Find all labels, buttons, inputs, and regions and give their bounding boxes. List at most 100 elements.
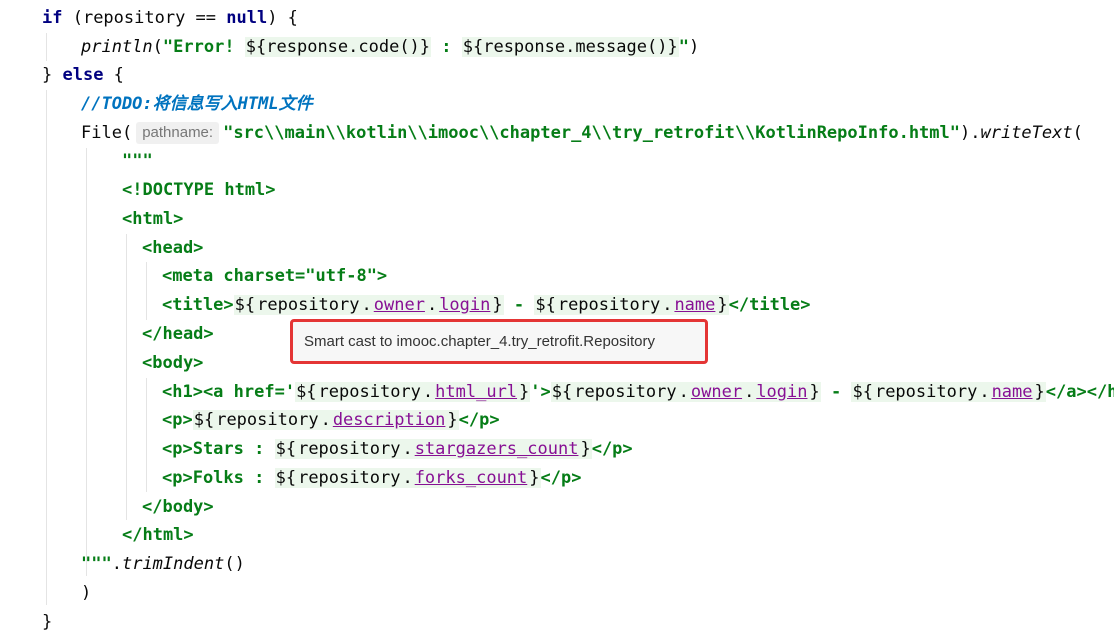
code-token: println	[81, 37, 153, 57]
indent-guide	[146, 262, 147, 320]
code-token: "	[678, 37, 689, 57]
smart-cast-tooltip: Smart cast to imooc.chapter_4.try_retrof…	[290, 319, 708, 364]
code-line: </html>	[122, 521, 194, 549]
code-token: repository	[297, 468, 402, 488]
code-token: }	[808, 382, 821, 402]
code-token: .	[319, 410, 332, 430]
code-line: <!DOCTYPE html>	[122, 176, 276, 204]
code-line: <p>Stars : ${repository. stargazers_count…	[162, 435, 633, 463]
code-token: (repository ==	[62, 8, 227, 28]
code-token: <p>	[162, 410, 193, 430]
code-line: }	[42, 608, 52, 636]
code-token: owner	[372, 295, 426, 315]
code-token: .	[401, 468, 414, 488]
code-line: <p>${repository. description}</p>	[162, 406, 500, 434]
code-token: }	[716, 295, 729, 315]
code-token: }	[579, 439, 592, 459]
code-token: -	[503, 295, 535, 315]
tooltip-text: Smart cast to imooc.chapter_4.try_retrof…	[304, 333, 655, 350]
code-token: }	[42, 612, 53, 632]
code-token: -	[820, 382, 852, 402]
code-token: ()	[224, 554, 245, 574]
code-token: )	[81, 583, 92, 603]
code-token: repository	[556, 295, 662, 315]
code-line: </head>	[142, 320, 214, 348]
code-token: }	[518, 382, 531, 402]
indent-guide	[86, 148, 87, 576]
code-token: <!DOCTYPE html>	[122, 180, 276, 200]
code-token: '>	[530, 382, 551, 402]
code-token: forks_count	[413, 468, 529, 488]
code-token: }	[528, 468, 541, 488]
code-token: (	[152, 37, 163, 57]
code-token: ${	[233, 295, 257, 315]
code-token: ${	[550, 382, 574, 402]
indent-guide	[126, 234, 127, 520]
code-token: .	[360, 295, 373, 315]
code-token: ${response.code()}	[244, 37, 432, 57]
code-token: "Error!	[162, 37, 245, 57]
code-token: File(	[81, 123, 133, 143]
code-line: <head>	[142, 234, 203, 262]
code-token: description	[331, 410, 447, 430]
code-token: else	[62, 65, 104, 85]
code-token: </title>	[728, 295, 811, 315]
code-token: )	[688, 37, 700, 57]
code-editor[interactable]: if (repository == null) {println("Error!…	[0, 0, 1114, 636]
code-line: <meta charset="utf-8">	[162, 262, 387, 290]
code-token: null	[226, 8, 268, 28]
code-token: //TODO:将信息写入HTML文件	[81, 94, 313, 114]
code-token: html_url	[434, 382, 519, 402]
code-token: </p>	[591, 439, 633, 459]
code-token: .	[421, 382, 435, 402]
code-token: .	[661, 295, 674, 315]
code-token: ) {	[267, 8, 298, 28]
code-token: """	[81, 554, 112, 574]
code-token: ${	[274, 439, 298, 459]
code-token: }	[1033, 382, 1046, 402]
code-token: repository	[215, 410, 320, 430]
code-line: <body>	[142, 349, 203, 377]
code-line: <p>Folks : ${repository. forks_count}</p>	[162, 464, 581, 492]
code-token: <meta charset="utf-8">	[162, 266, 388, 286]
code-token: </body>	[142, 497, 214, 517]
code-line: )	[81, 579, 91, 607]
code-token: .	[111, 554, 122, 574]
code-line: </body>	[142, 493, 214, 521]
code-token: }	[446, 410, 459, 430]
code-token: name	[990, 382, 1034, 402]
code-line: <html>	[122, 205, 183, 233]
code-token: ${	[274, 468, 298, 488]
code-token: stargazers_count	[413, 439, 580, 459]
code-token: .	[425, 295, 439, 315]
indent-guide	[46, 33, 47, 61]
code-token: repository	[873, 382, 979, 402]
code-token: <title>	[162, 295, 234, 315]
code-token: <h1><a href='	[162, 382, 296, 402]
code-token: {	[103, 65, 124, 85]
code-token: <p>Folks :	[162, 468, 275, 488]
code-token: (	[1072, 123, 1083, 143]
code-token: .	[677, 382, 690, 402]
code-token: }	[491, 295, 504, 315]
code-line: <title>${repository. owner. login} - ${rep…	[162, 291, 811, 319]
code-line: """	[122, 147, 153, 175]
code-token: login	[438, 295, 492, 315]
code-token: repository	[297, 439, 402, 459]
code-token: ${	[295, 382, 318, 402]
code-token: ).	[960, 123, 981, 143]
code-token: repository	[317, 382, 422, 402]
code-line: println("Error! ${response.code()} : ${r…	[81, 33, 699, 61]
code-token: "src\\main\\kotlin\\imooc\\chapter_4\\tr…	[223, 123, 960, 143]
code-token: <body>	[142, 353, 204, 373]
code-token: .	[743, 382, 756, 402]
code-line: if (repository == null) {	[42, 4, 298, 32]
code-token: login	[755, 382, 809, 402]
code-token: .	[401, 439, 414, 459]
code-token: ${	[851, 382, 874, 402]
code-token: <head>	[142, 238, 204, 258]
code-line: //TODO:将信息写入HTML文件	[81, 90, 313, 118]
code-line: <h1><a href='${repository. html_url}'>${r…	[162, 378, 1114, 406]
code-line: """.trimIndent()	[81, 550, 245, 578]
code-token: </p>	[458, 410, 500, 430]
